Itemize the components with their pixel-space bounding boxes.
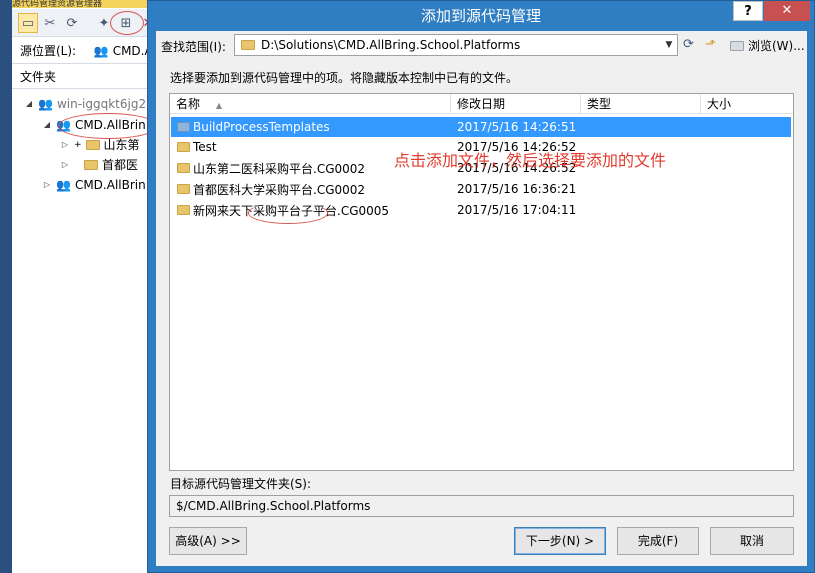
folder-icon (241, 40, 255, 50)
tree-item-folder[interactable]: ▷ + 山东第 (60, 135, 140, 155)
browse-button[interactable]: 浏览(W)... (730, 37, 805, 54)
add-to-source-control-dialog: 添加到源代码管理 ? ✕ 查找范围(I): D:\Solutions\CMD.A… (147, 0, 815, 573)
explorer-title: 源代码管理资源管理器 (12, 0, 160, 8)
team-project-icon: 👥 (56, 178, 71, 192)
folder-icon (177, 184, 190, 194)
folder-icon (177, 122, 190, 132)
target-folder-field: $/CMD.AllBring.School.Platforms (169, 495, 794, 517)
annotation-text: 点击添加文件，然后选择要添加的文件 (394, 151, 667, 170)
dialog-body: 查找范围(I): D:\Solutions\CMD.AllBring.Schoo… (156, 31, 807, 566)
folders-header: 文件夹 (12, 65, 160, 89)
explorer-toolbar: ▭ ✂ ⟳ ✦ ⊞ ✕ (12, 9, 160, 37)
plus-icon: + (74, 140, 82, 150)
next-button[interactable]: 下一步(N) > (514, 527, 606, 555)
chevron-down-icon[interactable]: ▼ (661, 35, 677, 55)
folder-icon (177, 163, 190, 173)
folder-icon (85, 140, 100, 150)
expanded-arrow-icon[interactable]: ◢ (42, 115, 52, 135)
up-folder-icon[interactable]: ⬏ (705, 37, 716, 52)
column-header-size[interactable]: 大小 (701, 94, 793, 114)
expanded-arrow-icon[interactable]: ◢ (24, 94, 34, 114)
refresh-icon[interactable]: ⟳ (62, 13, 82, 33)
list-item[interactable]: BuildProcessTemplates 2017/5/16 14:26:51 (171, 117, 791, 137)
folder-view-icon[interactable]: ▭ (18, 13, 38, 33)
server-icon: 👥 (38, 97, 53, 111)
column-header-date[interactable]: 修改日期 (451, 94, 581, 114)
side-strip (0, 0, 12, 573)
source-location: 源位置(L): 👥 CMD.A (12, 38, 160, 64)
lookin-combobox[interactable]: D:\Solutions\CMD.AllBring.School.Platfor… (234, 34, 678, 56)
list-header: 名称 ▲ 修改日期 类型 大小 (170, 94, 793, 114)
dialog-title: 添加到源代码管理 (420, 7, 541, 25)
column-header-name[interactable]: 名称 ▲ (170, 94, 451, 114)
collapsed-arrow-icon[interactable]: ▷ (42, 175, 52, 195)
tree-item-server[interactable]: ◢ 👥 win-iggqkt6jg2 (24, 94, 146, 114)
tools-icon[interactable]: ✂ (40, 13, 60, 33)
finish-button[interactable]: 完成(F) (617, 527, 699, 555)
advanced-button[interactable]: 高级(A) >> (169, 527, 247, 555)
refresh-icon[interactable]: ⟳ (683, 37, 694, 52)
team-project-icon: 👥 (93, 44, 109, 58)
source-control-explorer: 源代码管理资源管理器 ▭ ✂ ⟳ ✦ ⊞ ✕ 源位置(L): 👥 CMD.A 文… (0, 0, 160, 573)
annotation-underline (248, 202, 328, 224)
hint-text: 选择要添加到源代码管理中的项。将隐藏版本控制中已有的文件。 (170, 71, 519, 85)
tree-item-team-project[interactable]: ▷ 👥 CMD.AllBrin (42, 175, 146, 195)
list-item[interactable]: 首都医科大学采购平台.CG0002 2017/5/16 16:36:21 (171, 179, 791, 199)
collapsed-arrow-icon[interactable]: ▷ (60, 155, 70, 175)
column-header-type[interactable]: 类型 (581, 94, 701, 114)
collapsed-arrow-icon[interactable]: ▷ (60, 135, 70, 155)
tree-item-folder[interactable]: ▷ 首都医 (60, 155, 138, 175)
help-button[interactable]: ? (733, 1, 763, 21)
folder-icon (177, 142, 190, 152)
folder-icon (177, 205, 190, 215)
sort-up-icon: ▲ (215, 101, 222, 110)
lookin-value: D:\Solutions\CMD.AllBring.School.Platfor… (261, 38, 521, 52)
folder-icon (730, 40, 744, 51)
target-folder-label: 目标源代码管理文件夹(S): (170, 477, 312, 491)
source-label: 源位置(L): (20, 44, 77, 58)
lookin-label: 查找范围(I): (161, 40, 226, 54)
annotation-oval-toolbar (110, 11, 144, 35)
folder-icon (84, 160, 98, 170)
close-button[interactable]: ✕ (764, 1, 810, 21)
browse-label: 浏览(W)... (748, 39, 805, 53)
cancel-button[interactable]: 取消 (710, 527, 794, 555)
